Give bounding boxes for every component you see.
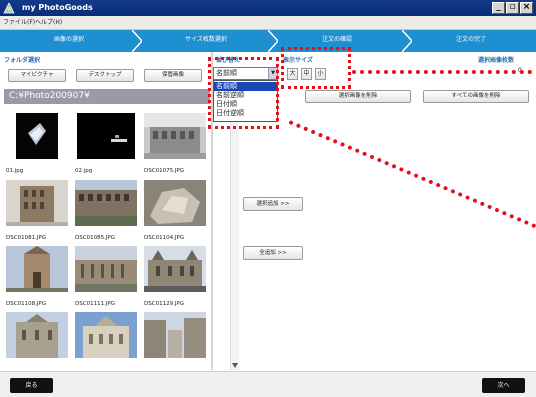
thumbnail-filename: 02.jpg xyxy=(75,168,93,174)
thumbnail-filename: DSC01085.JPG xyxy=(75,235,116,241)
step-arrow-icon xyxy=(132,30,142,52)
sort-highlight-annotation xyxy=(208,57,279,129)
photo-thumbnail xyxy=(16,113,58,159)
menu-bar: ファイル(F) ヘルプ(H) xyxy=(0,16,536,30)
minimize-button[interactable]: _ xyxy=(492,2,505,14)
step-arrow-icon xyxy=(402,30,412,52)
my-pictures-button[interactable]: マイピクチャ xyxy=(8,69,66,82)
folder-path: C:¥Photo200907¥ xyxy=(4,89,210,104)
step-progress-bar: 画像の選択 サイズ枚数選択 注文の確認 注文の完了 xyxy=(0,30,536,52)
thumbnail-filename: 01.jpg xyxy=(6,168,24,174)
annotation-pointer-line xyxy=(352,70,532,74)
thumbnail-filename: DSC01104.JPG xyxy=(144,235,185,241)
size-highlight-annotation xyxy=(281,47,351,89)
scroll-down-icon[interactable] xyxy=(232,363,238,368)
desktop-button[interactable]: デスクトップ xyxy=(76,69,134,82)
stored-images-button[interactable]: 保管画像 xyxy=(144,69,202,82)
close-button[interactable]: × xyxy=(520,2,533,14)
folder-select-label: フォルダ選択 xyxy=(4,57,41,64)
photo-thumbnail xyxy=(144,180,206,226)
thumbnail-filename: DSC01129.JPG xyxy=(144,301,185,307)
back-button[interactable]: 戻る xyxy=(10,378,53,393)
step-confirm-order: 注文の確認 xyxy=(322,36,353,43)
photo-thumbnail xyxy=(6,312,68,358)
title-bar: my PhotoGoods _ ▫ × xyxy=(0,0,536,16)
delete-all-button[interactable]: すべての画像を削除 xyxy=(423,90,529,103)
step-size-count: サイズ枚数選択 xyxy=(185,36,227,43)
selected-count-label: 選択画像枚数 xyxy=(478,57,515,64)
photo-thumbnail xyxy=(6,246,68,292)
delete-selected-button[interactable]: 選択画像を削除 xyxy=(305,90,411,103)
thumbnail-scrollbar[interactable] xyxy=(230,108,239,370)
step-order-complete: 注文の完了 xyxy=(456,36,487,43)
photo-thumbnail xyxy=(144,312,206,358)
add-all-button[interactable]: 全追加 >> xyxy=(243,246,303,260)
bottom-bar: 戻る 次へ xyxy=(0,371,536,397)
app-logo-icon xyxy=(3,2,15,14)
photo-thumbnail xyxy=(75,246,137,292)
photo-thumbnail xyxy=(6,180,68,226)
step-arrow-icon xyxy=(268,30,278,52)
photo-thumbnail xyxy=(75,180,137,226)
restore-button[interactable]: ▫ xyxy=(506,2,519,14)
thumbnail-filename: DSC01081.JPG xyxy=(6,235,47,241)
photo-thumbnail xyxy=(75,312,137,358)
thumbnail-filename: DSC01111.JPG xyxy=(75,301,116,307)
annotation-pointer-line xyxy=(288,120,536,229)
window-title: my PhotoGoods xyxy=(22,3,93,12)
photo-thumbnail xyxy=(144,246,206,292)
step-select-images: 画像の選択 xyxy=(54,36,85,43)
next-button[interactable]: 次へ xyxy=(482,378,525,393)
menu-help[interactable]: ヘルプ(H) xyxy=(35,19,62,27)
thumbnail-filename: DSC01108.JPG xyxy=(6,301,47,307)
thumbnail-grid: 01.jpg 02.jpg DSC01075.JPG DSC01081.JPG xyxy=(4,105,210,371)
photo-thumbnail xyxy=(144,113,206,159)
add-selected-button[interactable]: 選択追加 >> xyxy=(243,197,303,211)
menu-file[interactable]: ファイル(F) xyxy=(3,19,35,27)
photo-thumbnail xyxy=(77,113,135,159)
thumbnail-filename: DSC01075.JPG xyxy=(144,168,185,174)
